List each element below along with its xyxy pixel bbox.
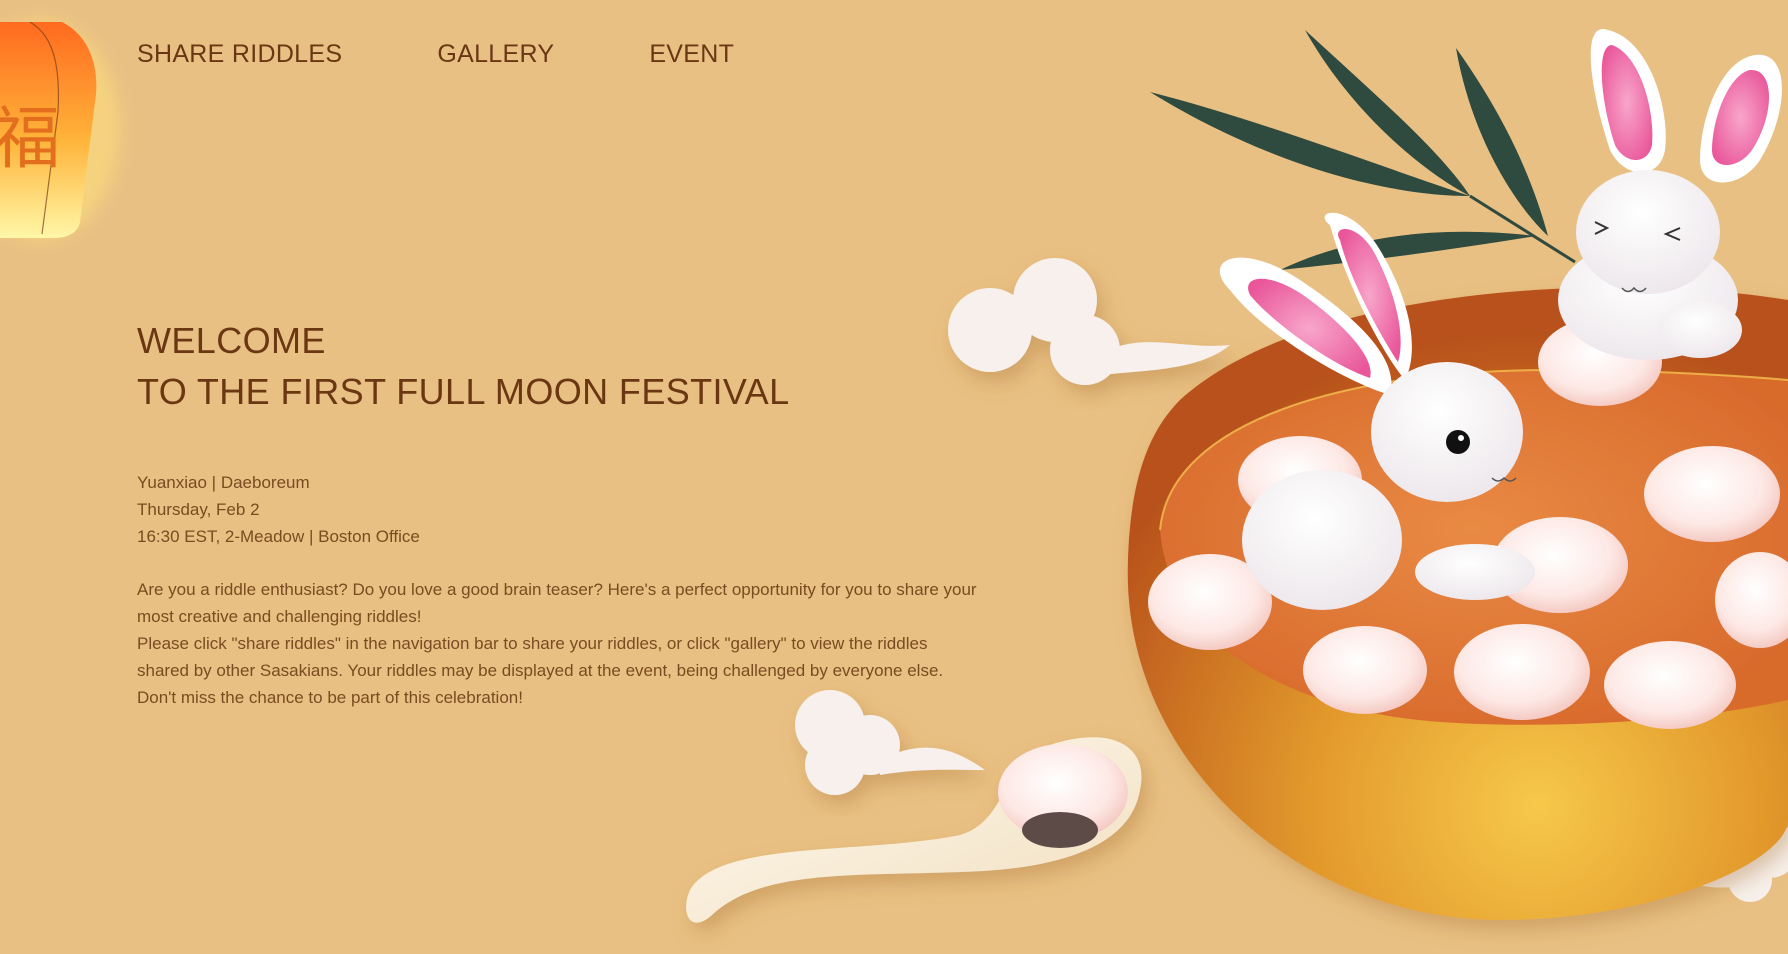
title-line-1: WELCOME xyxy=(137,320,326,361)
nav-share-riddles-link[interactable]: SHARE RIDDLES xyxy=(137,40,342,69)
cloud-right xyxy=(948,258,1230,385)
hero-section: WELCOME TO THE FIRST FULL MOON FESTIVAL … xyxy=(137,315,977,711)
description-paragraph-1: Are you a riddle enthusiast? Do you love… xyxy=(137,580,977,626)
event-date: Thursday, Feb 2 xyxy=(137,500,260,519)
lantern-glyph: 福 xyxy=(0,100,60,179)
top-navigation: SHARE RIDDLES GALLERY EVENT xyxy=(137,40,734,69)
event-time-location: 16:30 EST, 2-Meadow | Boston Office xyxy=(137,527,420,546)
lantern-icon: 福 xyxy=(0,22,97,238)
nav-event-link[interactable]: EVENT xyxy=(649,40,734,69)
event-details: Yuanxiao | Daeboreum Thursday, Feb 2 16:… xyxy=(137,469,977,550)
event-name: Yuanxiao | Daeboreum xyxy=(137,473,310,492)
title-line-2: TO THE FIRST FULL MOON FESTIVAL xyxy=(137,371,790,412)
page-title: WELCOME TO THE FIRST FULL MOON FESTIVAL xyxy=(137,315,977,417)
event-description: Are you a riddle enthusiast? Do you love… xyxy=(137,576,977,711)
nav-gallery-link[interactable]: GALLERY xyxy=(437,40,554,69)
description-paragraph-2: Please click "share riddles" in the navi… xyxy=(137,634,944,707)
